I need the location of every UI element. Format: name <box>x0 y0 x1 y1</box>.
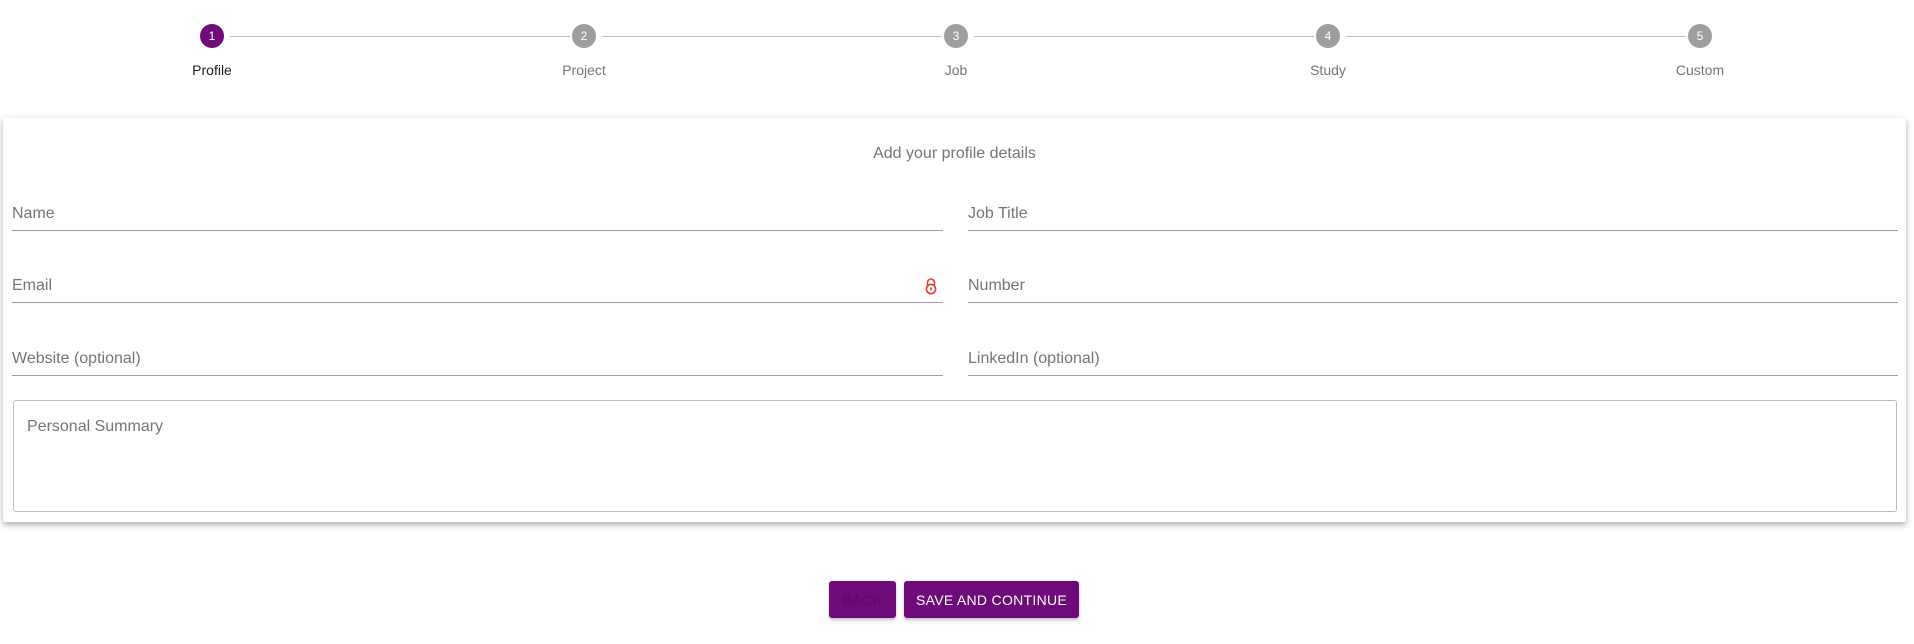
step-label: Job <box>944 62 968 78</box>
step-label: Study <box>1310 62 1346 78</box>
name-input[interactable] <box>12 199 943 229</box>
step-number: 5 <box>1688 24 1712 48</box>
step-custom[interactable]: 5 Custom <box>1600 24 1800 78</box>
step-number: 1 <box>200 24 224 48</box>
step-label: Custom <box>1675 62 1725 78</box>
step-label: Profile <box>192 62 232 78</box>
form-title: Add your profile details <box>873 145 1036 162</box>
email-input[interactable] <box>12 271 943 301</box>
email-field <box>12 271 943 303</box>
number-field <box>968 271 1898 303</box>
step-number: 4 <box>1316 24 1340 48</box>
linkedin-field <box>968 344 1898 376</box>
job-title-field <box>968 199 1898 231</box>
linkedin-input[interactable] <box>968 344 1898 374</box>
save-and-continue-button[interactable]: Save and continue <box>904 581 1079 618</box>
lock-icon[interactable] <box>923 277 939 295</box>
step-job[interactable]: 3 Job <box>856 24 1056 78</box>
step-study[interactable]: 4 Study <box>1228 24 1428 78</box>
number-input[interactable] <box>968 271 1898 301</box>
website-input[interactable] <box>12 344 943 374</box>
website-field <box>12 344 943 376</box>
personal-summary-field <box>13 400 1897 512</box>
step-label: Project <box>562 62 606 78</box>
step-number: 2 <box>572 24 596 48</box>
step-number: 3 <box>944 24 968 48</box>
profile-form-card: Add your profile details <box>3 118 1906 522</box>
job-title-input[interactable] <box>968 199 1898 229</box>
name-field <box>12 199 943 231</box>
personal-summary-textarea[interactable] <box>14 401 1896 511</box>
step-profile[interactable]: 1 Profile <box>112 24 312 78</box>
step-project[interactable]: 2 Project <box>484 24 684 78</box>
stepper: 1 Profile 2 Project 3 Job 4 Study 5 Cust… <box>0 0 1914 110</box>
back-button[interactable]: Back <box>829 581 896 618</box>
